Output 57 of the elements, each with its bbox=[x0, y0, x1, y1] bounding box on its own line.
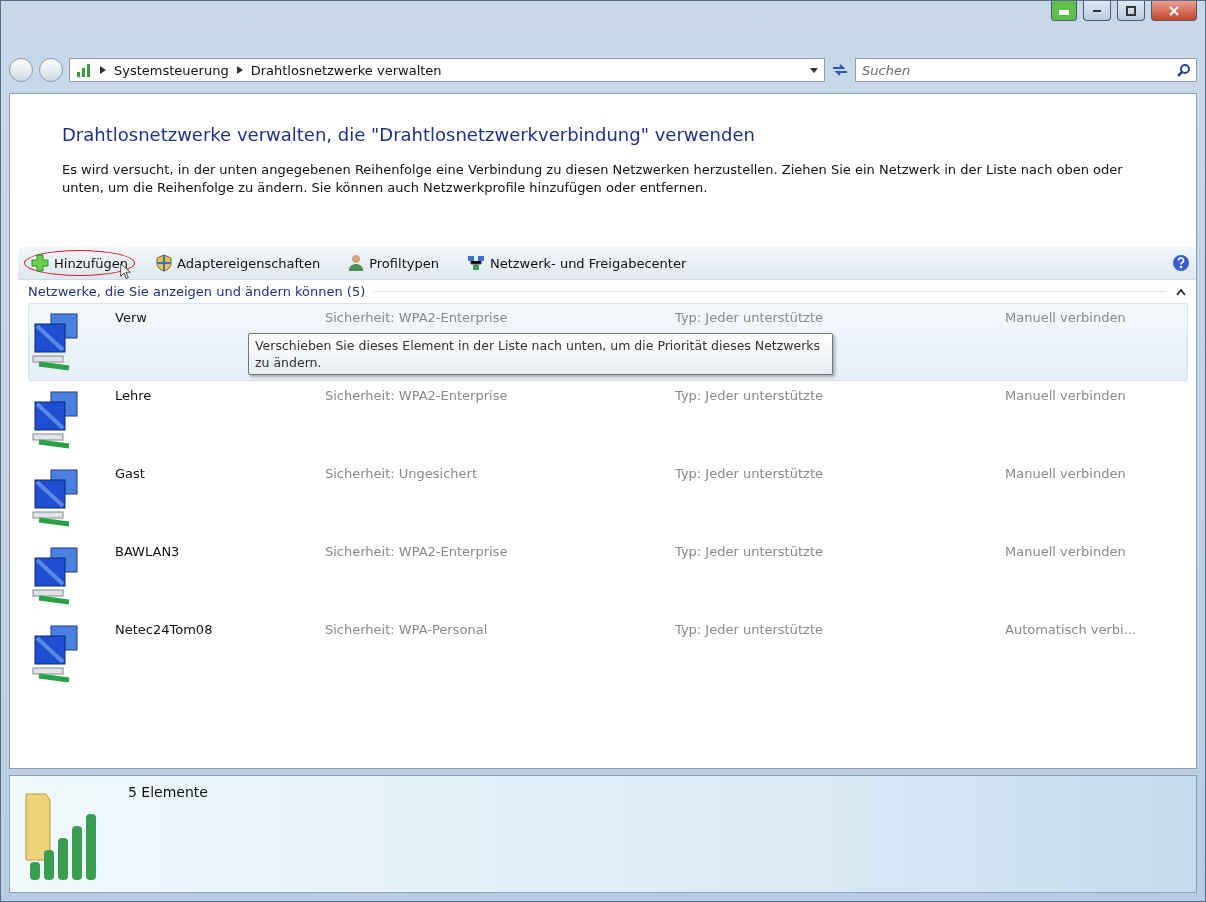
type-text: Typ: Jeder unterstützte bbox=[675, 466, 823, 481]
type-text: Typ: Jeder unterstützte bbox=[675, 622, 823, 637]
network-name: Gast bbox=[115, 466, 145, 481]
connection-mode-text: Manuell verbinden bbox=[1005, 388, 1126, 403]
item-count: 5 Elemente bbox=[128, 784, 208, 802]
search-field[interactable]: Suchen bbox=[855, 58, 1197, 82]
address-bar[interactable]: Systemsteuerung Drahtlosnetzwerke verwalten bbox=[69, 58, 825, 82]
chevron-right-icon bbox=[236, 66, 243, 74]
shield-icon bbox=[156, 254, 172, 272]
plus-icon bbox=[31, 254, 49, 272]
description-text: Es wird versucht, in der unten angegebenen Reihenfolge eine Verbindung zu diesen Netzwerken herzustellen. Ziehen Sie ein Netzwerk in der Liste nach oben oder unten, um die Reihenfolge zu ändern. Sie können auch Netzwerkprofile hinzufügen oder entfernen. bbox=[62, 161, 1124, 197]
forward-button[interactable] bbox=[39, 58, 63, 82]
toolbar-button[interactable]: Netzwerk- und Freigabecenter bbox=[459, 250, 694, 276]
network-icon bbox=[466, 254, 485, 272]
minimize-button[interactable] bbox=[1083, 1, 1111, 21]
help-icon[interactable] bbox=[1172, 254, 1190, 272]
close-icon bbox=[1168, 5, 1180, 16]
network-name: Verw bbox=[115, 310, 147, 325]
connection-mode-text: Manuell verbinden bbox=[1005, 544, 1126, 559]
type-text: Typ: Jeder unterstützte bbox=[675, 388, 823, 403]
keyboard-button[interactable] bbox=[1051, 1, 1077, 21]
security-text: Sicherheit: WPA2-Enterprise bbox=[325, 388, 508, 403]
page-heading: Drahtlosnetzwerke verwalten, die "Drahtlosnetzwerkverbindung" verwenden bbox=[62, 124, 756, 145]
person-icon bbox=[348, 254, 365, 272]
search-icon[interactable] bbox=[1177, 63, 1191, 77]
network-name: Netec24Tom08 bbox=[115, 622, 213, 637]
toolbar-button[interactable]: Adaptereigenschaften bbox=[149, 250, 328, 276]
network-name: Lehre bbox=[115, 388, 152, 403]
refresh-icon[interactable] bbox=[831, 63, 849, 77]
toolbar-button[interactable]: Profiltypen bbox=[341, 250, 446, 276]
close-button[interactable] bbox=[1151, 1, 1197, 21]
network-row[interactable]: BAWLAN3 Sicherheit: WPA2-Enterprise Typ: Jeder unterstützte Manuell verbinden bbox=[28, 537, 1188, 615]
back-button[interactable] bbox=[9, 58, 33, 82]
network-row[interactable]: Gast Sicherheit: Ungesichert Typ: Jeder unterstützte Manuell verbinden bbox=[28, 459, 1188, 537]
security-text: Sicherheit: WPA-Personal bbox=[325, 622, 488, 637]
security-text: Sicherheit: WPA2-Enterprise bbox=[325, 544, 508, 559]
maximize-icon bbox=[1125, 5, 1137, 16]
tooltip: Verschieben Sie dieses Element in der Liste nach unten, um die Priorität dieses Netzwerks zu ändern. bbox=[248, 333, 833, 375]
connection-mode-text: Automatisch verbi... bbox=[1005, 622, 1137, 637]
signal-bars-icon bbox=[76, 62, 92, 78]
network-row[interactable]: Lehre Sicherheit: WPA2-Enterprise Typ: Jeder unterstützte Manuell verbinden bbox=[28, 381, 1188, 459]
network-name: BAWLAN3 bbox=[115, 544, 180, 559]
network-row[interactable]: Netec24Tom08 Sicherheit: WPA-Personal Typ: Jeder unterstützte Automatisch verbi... bbox=[28, 615, 1188, 693]
chevron-right-icon bbox=[100, 66, 106, 74]
collapse-caret-icon[interactable] bbox=[1174, 286, 1188, 297]
breadcrumb-link[interactable]: Drahtlosnetzwerke verwalten bbox=[250, 62, 442, 78]
minimize-icon bbox=[1093, 9, 1101, 12]
security-text: Sicherheit: WPA2-Enterprise bbox=[325, 310, 508, 325]
type-text: Typ: Jeder unterstützte bbox=[675, 544, 823, 559]
connection-mode-text: Manuell verbinden bbox=[1005, 310, 1126, 325]
maximize-button[interactable] bbox=[1117, 1, 1145, 21]
group-heading: Netzwerke, die Sie anzeigen und ändern können (5) bbox=[28, 284, 366, 299]
security-text: Sicherheit: Ungesichert bbox=[325, 466, 478, 481]
connection-mode-text: Manuell verbinden bbox=[1005, 466, 1126, 481]
dropdown-arrow-icon[interactable] bbox=[810, 67, 818, 73]
breadcrumb-link[interactable]: Systemsteuerung bbox=[114, 62, 229, 78]
type-text: Typ: Jeder unterstützte bbox=[675, 310, 823, 325]
